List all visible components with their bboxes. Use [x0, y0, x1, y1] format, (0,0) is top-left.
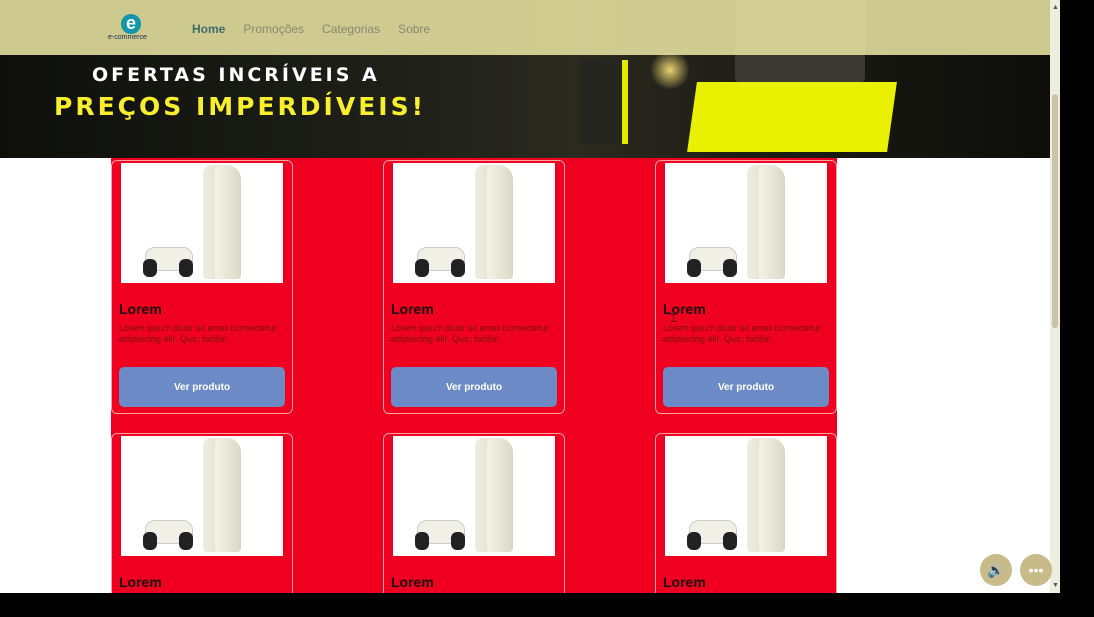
product-description: Lorem ipsum dolor sit amet consectetur a…	[391, 323, 549, 344]
controller-image	[143, 520, 193, 550]
product-card: Lorem Lorem ipsum dolor sit amet consect…	[111, 160, 293, 414]
view-product-button[interactable]: Ver produto	[391, 367, 557, 407]
product-image	[121, 436, 283, 556]
product-card: Lorem Lorem ipsum dolor sit amet consect…	[655, 160, 837, 414]
more-icon[interactable]: •••	[1020, 554, 1052, 586]
controller-image	[687, 520, 737, 550]
logo-mark: e	[121, 14, 141, 34]
product-image	[393, 163, 555, 283]
nav-item-home[interactable]: Home	[192, 22, 225, 36]
product-card: Lorem	[111, 433, 293, 593]
product-title: Lorem	[119, 574, 162, 590]
view-product-button[interactable]: Ver produto	[119, 367, 285, 407]
logo-text: e-commerce	[108, 34, 147, 41]
console-image	[747, 165, 785, 279]
console-image	[747, 438, 785, 552]
main-nav: Home Promoções Categorias Sobre	[192, 22, 448, 36]
speaker-icon[interactable]: 🔊	[980, 554, 1012, 586]
product-description: Lorem ipsum dolor sit amet consectetur a…	[663, 323, 821, 344]
view-product-button[interactable]: Ver produto	[663, 367, 829, 407]
text-cursor-icon: ⌶	[670, 311, 678, 325]
product-grid: Lorem Lorem ipsum dolor sit amet consect…	[111, 158, 837, 593]
controller-image	[415, 247, 465, 277]
product-image	[121, 163, 283, 283]
controller-image	[143, 247, 193, 277]
console-image	[475, 165, 513, 279]
console-image	[203, 165, 241, 279]
hero-headline: OFERTAS INCRÍVEIS A	[92, 64, 380, 86]
product-card: Lorem	[383, 433, 565, 593]
console-image	[475, 438, 513, 552]
hero-subheadline: PREÇOS IMPERDÍVEIS!	[54, 92, 426, 121]
product-image	[665, 163, 827, 283]
product-title: Lorem	[663, 574, 706, 590]
console-image	[203, 438, 241, 552]
logo[interactable]: e e-commerce	[108, 14, 156, 46]
scroll-up-icon[interactable]: ▲	[1052, 4, 1059, 11]
navbar: e e-commerce Home Promoções Categorias S…	[0, 0, 1050, 55]
vertical-scrollbar[interactable]: ▲ ▼	[1050, 0, 1060, 593]
nav-item-promocoes[interactable]: Promoções	[243, 22, 304, 36]
product-description: Lorem ipsum dolor sit amet consectetur a…	[119, 323, 277, 344]
hero-decor-box	[580, 60, 628, 144]
nav-item-sobre[interactable]: Sobre	[398, 22, 430, 36]
product-title: Lorem	[119, 301, 162, 317]
product-title: Lorem	[391, 574, 434, 590]
controller-image	[415, 520, 465, 550]
hero-decor-glow	[650, 50, 690, 90]
product-card: Lorem Lorem ipsum dolor sit amet consect…	[383, 160, 565, 414]
scrollbar-thumb[interactable]	[1052, 94, 1058, 328]
product-title: Lorem	[391, 301, 434, 317]
scroll-down-icon[interactable]: ▼	[1052, 582, 1059, 589]
product-card: Lorem	[655, 433, 837, 593]
product-image	[665, 436, 827, 556]
product-image	[393, 436, 555, 556]
hero-decor-platform	[687, 82, 897, 152]
nav-item-categorias[interactable]: Categorias	[322, 22, 380, 36]
controller-image	[687, 247, 737, 277]
page-viewport: OFERTAS INCRÍVEIS A PREÇOS IMPERDÍVEIS! …	[0, 0, 1050, 593]
